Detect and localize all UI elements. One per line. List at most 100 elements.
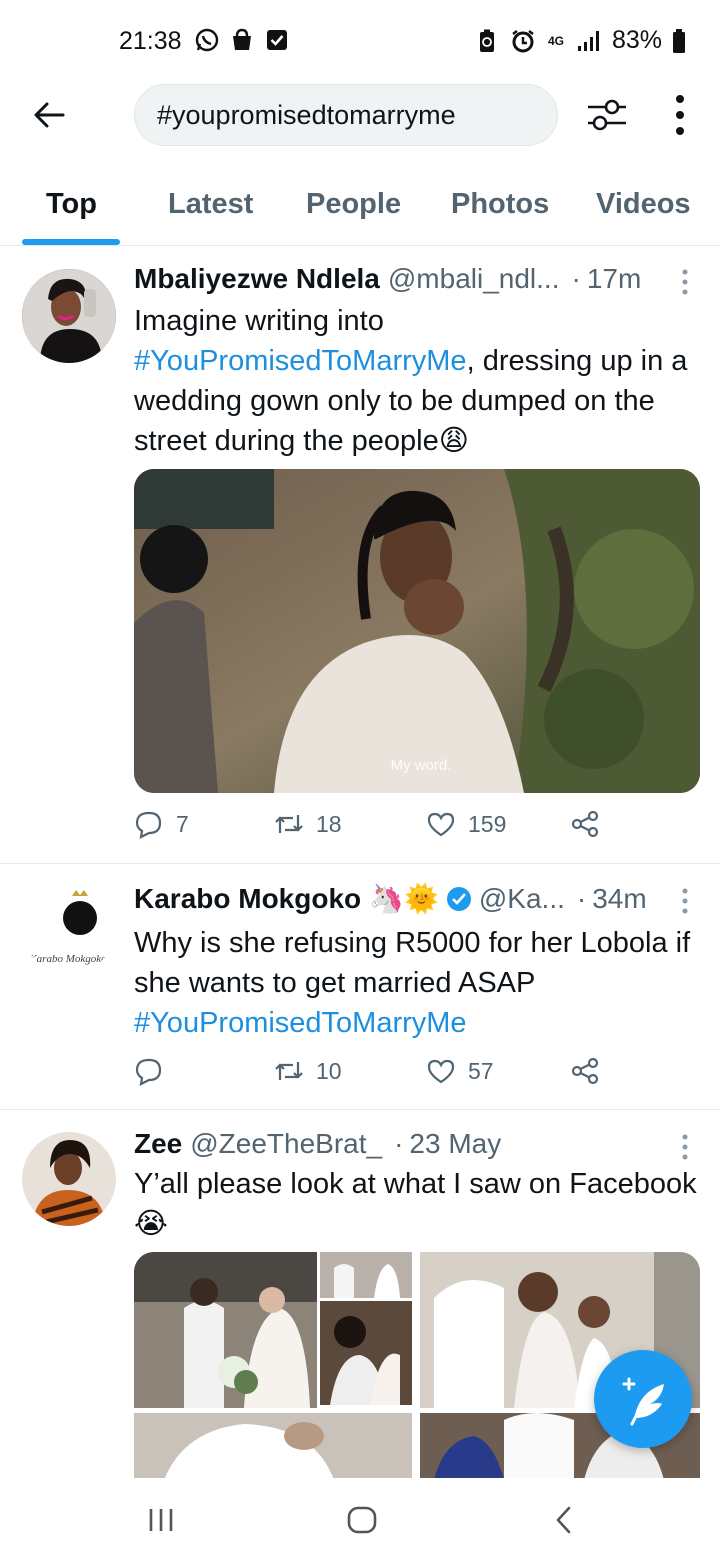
recent-apps-button[interactable] bbox=[139, 1500, 183, 1540]
author-name[interactable]: Zee bbox=[134, 1128, 182, 1160]
separator-dot: · bbox=[394, 1128, 404, 1159]
retweet-count: 10 bbox=[316, 1057, 342, 1084]
separator-dot: · bbox=[576, 882, 587, 914]
search-tabs: Top Latest People Photos Videos bbox=[0, 170, 720, 246]
author-handle[interactable]: @mbali_ndl... bbox=[388, 263, 560, 295]
tweet-image[interactable]: My word. bbox=[134, 469, 700, 793]
search-input[interactable]: #youpromisedtomarryme bbox=[134, 84, 558, 146]
share-button[interactable] bbox=[570, 809, 600, 839]
home-icon bbox=[347, 1506, 377, 1534]
media-caption: My word. bbox=[391, 757, 452, 774]
like-count: 159 bbox=[468, 810, 507, 837]
home-button[interactable] bbox=[340, 1500, 384, 1540]
tweet[interactable]: Karabo Mokgoko Karabo Mokgoko 🦄🌞 @Ka... … bbox=[0, 864, 720, 1110]
avatar-logo: Karabo Mokgoko bbox=[22, 880, 116, 974]
tweet-header: Karabo Mokgoko 🦄🌞 @Ka... · 34m bbox=[134, 882, 647, 915]
tweet-actions: 7 18 159 bbox=[134, 809, 700, 849]
tab-people[interactable]: People bbox=[306, 188, 401, 221]
signal-icon bbox=[577, 30, 599, 51]
tweet-text-start: Y’all please look at what I saw on Faceb… bbox=[134, 1168, 697, 1200]
name-emojis: 🦄🌞 bbox=[369, 883, 439, 914]
author-name[interactable]: Karabo Mokgoko bbox=[134, 883, 361, 915]
share-icon bbox=[571, 810, 599, 838]
avatar-photo bbox=[22, 269, 116, 363]
tweet-menu-icon[interactable] bbox=[676, 1132, 694, 1162]
tweet-menu-icon[interactable] bbox=[676, 267, 694, 297]
author-handle[interactable]: @ZeeTheBrat_ bbox=[190, 1128, 382, 1160]
avatar-signature: Karabo Mokgoko bbox=[28, 953, 107, 965]
author-handle[interactable]: @Ka... bbox=[479, 883, 565, 915]
reply-icon bbox=[135, 811, 162, 839]
system-navigation-bar bbox=[0, 1478, 720, 1560]
alarm-icon bbox=[512, 29, 534, 52]
tab-photos[interactable]: Photos bbox=[451, 188, 549, 221]
shopping-bag-icon bbox=[233, 28, 251, 50]
search-query-text: #youpromisedtomarryme bbox=[157, 100, 456, 130]
reply-count: 7 bbox=[176, 810, 189, 837]
tab-top[interactable]: Top bbox=[46, 188, 97, 221]
chevron-left-icon bbox=[556, 1506, 571, 1534]
like-count: 57 bbox=[468, 1057, 494, 1084]
tab-videos[interactable]: Videos bbox=[596, 188, 691, 221]
like-button[interactable]: 57 bbox=[426, 1056, 494, 1086]
retweet-icon bbox=[275, 815, 303, 833]
tweet[interactable]: Mbaliyezwe Ndlela @mbali_ndl... · 17m Im… bbox=[0, 247, 720, 864]
tweet-text-start: Why is she refusing R5000 for her Lobola… bbox=[134, 927, 691, 999]
recent-apps-icon bbox=[149, 1509, 173, 1531]
status-time: 21:38 bbox=[119, 27, 182, 55]
tweet-text: Imagine writing into #YouPromisedToMarryM… bbox=[134, 301, 700, 461]
tweet-time[interactable]: 17m bbox=[587, 263, 641, 295]
retweet-count: 18 bbox=[316, 810, 342, 837]
tweet-text-start: Imagine writing into bbox=[134, 305, 384, 337]
search-filter-button[interactable] bbox=[584, 92, 630, 138]
network-type: 4G bbox=[547, 33, 564, 48]
reply-icon bbox=[135, 1058, 162, 1086]
tweet-time[interactable]: 23 May bbox=[409, 1128, 501, 1160]
active-tab-indicator bbox=[22, 239, 120, 245]
media-photo: My word. bbox=[134, 469, 700, 793]
more-vertical-icon bbox=[676, 95, 684, 135]
arrow-left-icon bbox=[34, 102, 65, 128]
avatar[interactable] bbox=[22, 1132, 116, 1226]
share-button[interactable] bbox=[570, 1056, 600, 1086]
separator-dot: · bbox=[571, 263, 581, 294]
hashtag-link[interactable]: #YouPromisedToMarryMe bbox=[134, 345, 467, 377]
tweet-actions: 10 57 bbox=[134, 1056, 700, 1096]
author-name[interactable]: Mbaliyezwe Ndlela bbox=[134, 263, 380, 295]
reply-button[interactable]: 7 bbox=[134, 809, 189, 839]
sob-emoji: 😭 bbox=[134, 1208, 168, 1240]
like-button[interactable]: 159 bbox=[426, 809, 506, 839]
status-bar: 21:38 4G 83% bbox=[0, 0, 720, 84]
more-options-button[interactable] bbox=[658, 92, 702, 138]
tab-latest[interactable]: Latest bbox=[168, 188, 253, 221]
sliders-icon bbox=[588, 99, 626, 131]
heart-icon bbox=[427, 812, 455, 837]
reply-button[interactable] bbox=[134, 1056, 164, 1086]
battery-saver-icon bbox=[479, 29, 494, 52]
hashtag-link[interactable]: #YouPromisedToMarryMe bbox=[134, 1007, 467, 1039]
tweet-time[interactable]: 34m bbox=[592, 883, 646, 915]
tweet-header: Zee @ZeeTheBrat_ · 23 May bbox=[134, 1128, 501, 1160]
weary-face-emoji: 😩 bbox=[438, 425, 469, 457]
checkbox-icon bbox=[267, 30, 287, 50]
tweet-text: Y’all please look at what I saw on Faceb… bbox=[134, 1164, 700, 1244]
share-icon bbox=[571, 1057, 599, 1085]
avatar[interactable] bbox=[22, 269, 116, 363]
avatar[interactable]: Karabo Mokgoko bbox=[22, 880, 116, 974]
battery-icon bbox=[673, 28, 685, 53]
retweet-icon bbox=[275, 1062, 303, 1080]
avatar-photo bbox=[22, 1132, 116, 1226]
whatsapp-icon bbox=[195, 28, 219, 52]
verified-badge-icon bbox=[446, 886, 471, 911]
retweet-button[interactable]: 18 bbox=[274, 809, 342, 839]
compose-feather-icon bbox=[622, 1377, 664, 1426]
tweet-text: Why is she refusing R5000 for her Lobola… bbox=[134, 923, 700, 1043]
tweet-menu-icon[interactable] bbox=[676, 886, 694, 916]
battery-percentage: 83% bbox=[611, 26, 662, 54]
system-back-button[interactable] bbox=[542, 1500, 586, 1540]
tweet-header: Mbaliyezwe Ndlela @mbali_ndl... · 17m bbox=[134, 263, 641, 295]
compose-tweet-button[interactable] bbox=[594, 1350, 692, 1448]
heart-icon bbox=[427, 1059, 455, 1084]
retweet-button[interactable]: 10 bbox=[274, 1056, 342, 1086]
back-button[interactable] bbox=[26, 92, 72, 138]
